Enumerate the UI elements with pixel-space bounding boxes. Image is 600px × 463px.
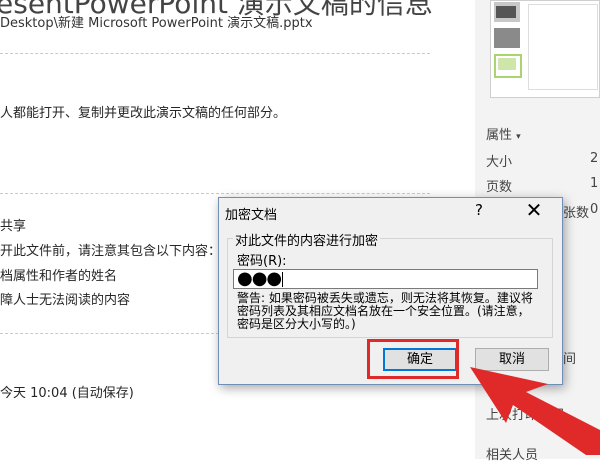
pointer-arrow-icon [470, 367, 600, 455]
